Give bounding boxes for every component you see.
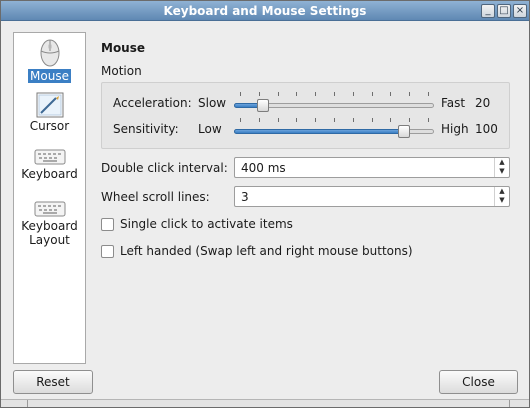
wheel-scroll-value: 3: [241, 190, 249, 204]
decrement-arrow-icon[interactable]: ▼: [495, 196, 509, 205]
slider-tick: [353, 118, 354, 122]
single-click-label: Single click to activate items: [120, 217, 293, 231]
status-strip: [1, 399, 529, 407]
sidebar-item-mouse[interactable]: Mouse: [14, 37, 85, 83]
double-click-value: 400 ms: [241, 161, 286, 175]
sidebar-item-label: Cursor: [29, 119, 70, 133]
slider-tick: [428, 118, 429, 122]
slider-tick: [240, 118, 241, 122]
slider-tick: [278, 118, 279, 122]
sidebar-item-keyboard[interactable]: Keyboard: [14, 147, 85, 181]
sidebar-item-label-line1: Keyboard: [21, 219, 78, 233]
sensitivity-slider[interactable]: [234, 118, 434, 144]
slider-tick: [334, 118, 335, 122]
minimize-icon[interactable]: _: [481, 4, 495, 18]
slider-tick: [428, 92, 429, 96]
left-handed-checkbox[interactable]: [101, 245, 114, 258]
acceleration-max-label: Fast: [441, 96, 466, 110]
increment-arrow-icon[interactable]: ▲: [495, 158, 509, 167]
acceleration-slider[interactable]: [234, 92, 434, 118]
sensitivity-min-label: Low: [198, 122, 222, 136]
slider-tick: [409, 118, 410, 122]
slider-tick: [259, 118, 260, 122]
slider-tick: [315, 118, 316, 122]
category-sidebar: Mouse Cursor Keyboard Keyboard Layout: [13, 32, 86, 364]
increment-arrow-icon[interactable]: ▲: [495, 187, 509, 196]
left-handed-label: Left handed (Swap left and right mouse b…: [120, 244, 413, 258]
sensitivity-ticks: [234, 118, 434, 123]
wheel-scroll-label: Wheel scroll lines:: [101, 190, 210, 204]
motion-group: Acceleration: Slow Fast 20 Sensitivity: …: [101, 82, 510, 149]
title-bar[interactable]: Keyboard and Mouse Settings _ □ ×: [1, 1, 529, 21]
window-title: Keyboard and Mouse Settings: [163, 4, 367, 18]
cursor-icon: [36, 92, 63, 118]
acceleration-value: 20: [475, 96, 491, 110]
close-icon[interactable]: ×: [513, 4, 527, 18]
close-button[interactable]: Close: [439, 370, 518, 394]
slider-tick: [390, 92, 391, 96]
slider-tick: [315, 92, 316, 96]
slider-tick: [278, 92, 279, 96]
slider-tick: [296, 118, 297, 122]
double-click-interval-spinbox[interactable]: 400 ms ▲ ▼: [234, 157, 510, 178]
settings-window: Keyboard and Mouse Settings _ □ × Mouse …: [0, 0, 530, 408]
double-click-label: Double click interval:: [101, 161, 228, 175]
slider-tick: [409, 92, 410, 96]
sidebar-item-cursor[interactable]: Cursor: [14, 91, 85, 133]
wheel-scroll-lines-spinbox[interactable]: 3 ▲ ▼: [234, 186, 510, 207]
sensitivity-fill: [234, 129, 404, 134]
sidebar-item-keyboard-layout[interactable]: Keyboard Layout: [14, 199, 85, 247]
sensitivity-label: Sensitivity:: [113, 122, 179, 136]
slider-tick: [259, 92, 260, 96]
decrement-arrow-icon[interactable]: ▼: [495, 167, 509, 176]
page-title: Mouse: [101, 41, 146, 55]
slider-tick: [353, 92, 354, 96]
keyboard-layout-icon: [34, 201, 65, 217]
slider-tick: [240, 92, 241, 96]
reset-button[interactable]: Reset: [13, 370, 93, 394]
sensitivity-value: 100: [475, 122, 498, 136]
slider-tick: [372, 92, 373, 96]
sensitivity-max-label: High: [441, 122, 469, 136]
slider-tick: [296, 92, 297, 96]
slider-tick: [390, 118, 391, 122]
acceleration-label: Acceleration:: [113, 96, 192, 110]
maximize-icon[interactable]: □: [497, 4, 511, 18]
sidebar-item-label: Mouse: [28, 69, 71, 83]
sidebar-item-label-line2: Layout: [29, 233, 70, 247]
mouse-icon: [40, 39, 59, 67]
slider-tick: [334, 92, 335, 96]
sidebar-item-label: Keyboard: [21, 167, 78, 181]
acceleration-ticks: [234, 92, 434, 97]
motion-group-label: Motion: [101, 64, 142, 78]
single-click-checkbox[interactable]: [101, 218, 114, 231]
keyboard-icon: [34, 149, 65, 165]
slider-tick: [372, 118, 373, 122]
sensitivity-slider-handle[interactable]: [398, 125, 410, 138]
acceleration-min-label: Slow: [198, 96, 227, 110]
acceleration-slider-handle[interactable]: [257, 99, 269, 112]
